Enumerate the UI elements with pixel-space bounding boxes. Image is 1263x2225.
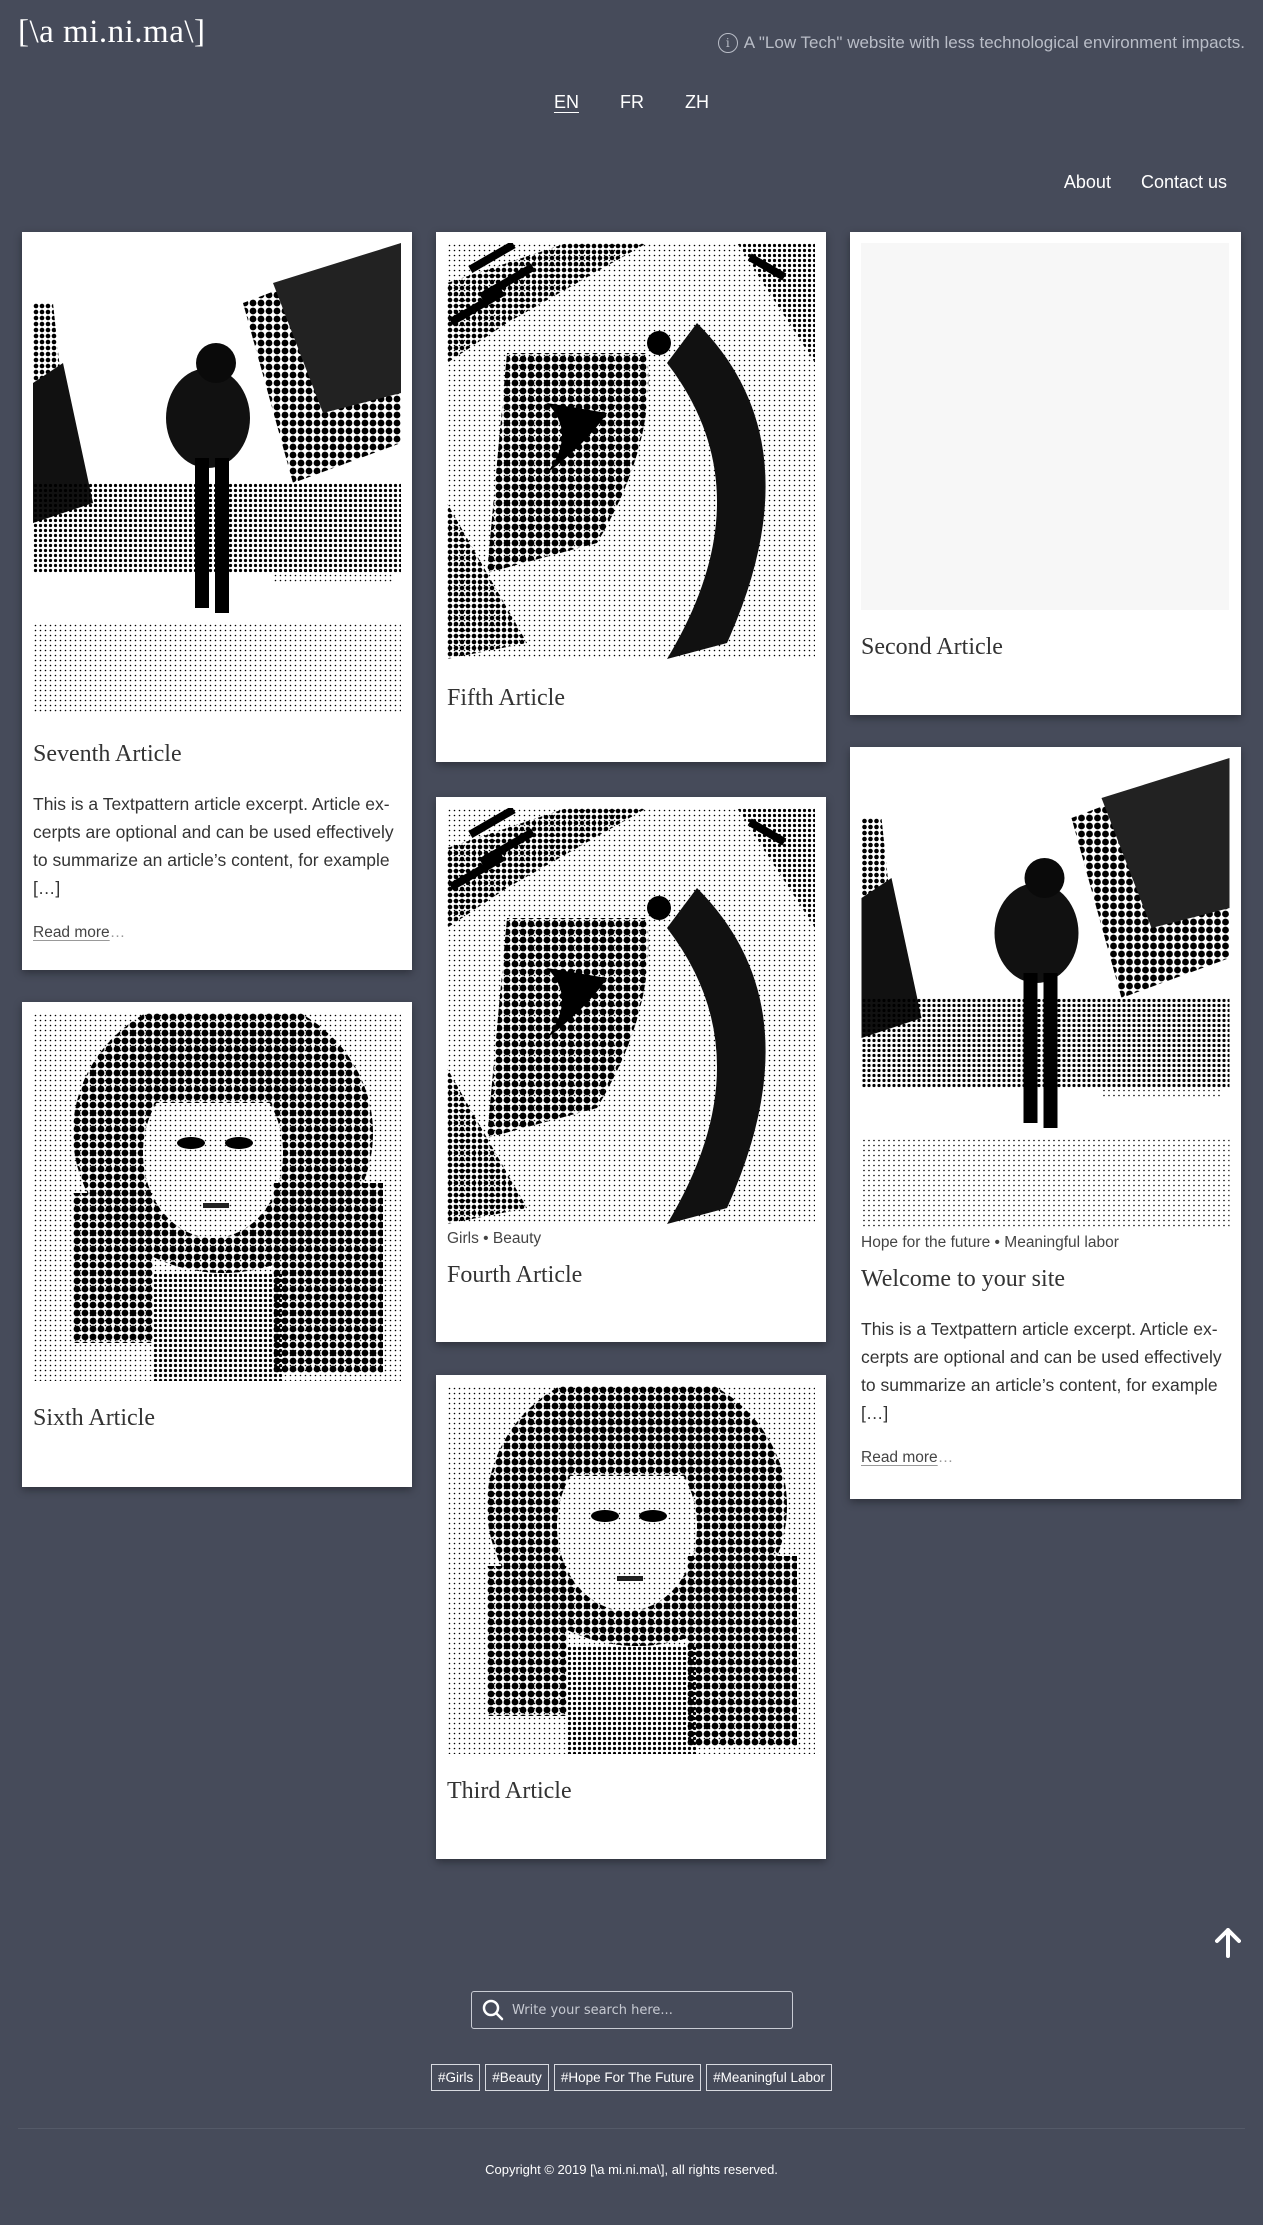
language-switcher: EN FR ZH <box>0 92 1263 113</box>
lang-zh[interactable]: ZH <box>685 92 709 112</box>
article-tags[interactable]: Hope for the future • Meaningful labor <box>861 1234 1230 1252</box>
search-box <box>471 1991 793 2029</box>
read-more-link[interactable]: Read more <box>861 1449 938 1466</box>
read-more-ellipsis: … <box>109 924 126 941</box>
article-image-girl[interactable] <box>447 1386 815 1754</box>
lang-fr[interactable]: FR <box>620 92 644 112</box>
site-tagline: i A "Low Tech" website with less technol… <box>717 33 1245 53</box>
tagline-text: A "Low Tech" website with less technolog… <box>743 33 1245 52</box>
article-excerpt: This is a Textpattern article excerpt. A… <box>33 794 394 898</box>
article-tags[interactable]: Girls • Beauty <box>447 1230 815 1248</box>
article-excerpt: This is a Textpattern article excerpt. A… <box>861 1319 1222 1423</box>
article-title[interactable]: Fourth Article <box>447 1262 815 1289</box>
nav-about[interactable]: About <box>1064 172 1111 193</box>
tag-meaningful-labor[interactable]: #Meaningful Labor <box>706 2064 832 2091</box>
article-title[interactable]: Seventh Article <box>33 741 401 768</box>
article-card-sixth: Sixth Article <box>22 1002 412 1487</box>
article-image-hiker[interactable] <box>33 243 401 713</box>
main-nav: About Contact us <box>1064 172 1227 193</box>
article-title[interactable]: Second Article <box>861 634 1230 661</box>
article-image-placeholder[interactable] <box>861 243 1229 610</box>
nav-contact[interactable]: Contact us <box>1141 172 1227 193</box>
footer-divider <box>18 2128 1245 2129</box>
tag-beauty[interactable]: #Beauty <box>485 2064 549 2091</box>
read-more-link[interactable]: Read more <box>33 924 110 941</box>
article-title[interactable]: Third Article <box>447 1778 815 1805</box>
article-card-seventh: Seventh Article This is a Textpattern ar… <box>22 232 412 970</box>
article-card-fourth: Girls • Beauty Fourth Article <box>436 797 826 1342</box>
search-icon <box>482 1999 504 2021</box>
article-title[interactable]: Fifth Article <box>447 685 815 712</box>
article-image-girl[interactable] <box>33 1013 401 1381</box>
article-title[interactable]: Welcome to your site <box>861 1266 1230 1293</box>
article-card-second: Second Article <box>850 232 1241 715</box>
tag-hope-for-the-future[interactable]: #Hope For The Future <box>553 2064 702 2091</box>
arrow-up-icon[interactable] <box>1215 1928 1241 1958</box>
search-input[interactable] <box>512 2002 772 2018</box>
footer-copyright: Copyright © 2019 [\a mi.ni.ma\], all rig… <box>485 2162 778 2177</box>
read-more-ellipsis: … <box>937 1449 954 1466</box>
read-more: Read more… <box>33 924 401 942</box>
lang-en[interactable]: EN <box>554 92 579 112</box>
article-title[interactable]: Sixth Article <box>33 1405 401 1432</box>
article-image-machine[interactable] <box>447 243 815 659</box>
article-card-third: Third Article <box>436 1375 826 1859</box>
read-more: Read more… <box>861 1449 1230 1467</box>
info-icon: i <box>717 33 738 53</box>
tag-girls[interactable]: #Girls <box>431 2064 481 2091</box>
site-logo[interactable]: [\a mi.ni.ma\] <box>18 14 206 51</box>
article-card-welcome: Hope for the future • Meaningful labor W… <box>850 747 1241 1499</box>
article-image-hiker[interactable] <box>861 758 1230 1228</box>
article-image-machine[interactable] <box>447 808 815 1224</box>
tag-cloud: #Girls #Beauty #Hope For The Future #Mea… <box>0 2064 1263 2091</box>
article-card-fifth: Fifth Article <box>436 232 826 762</box>
